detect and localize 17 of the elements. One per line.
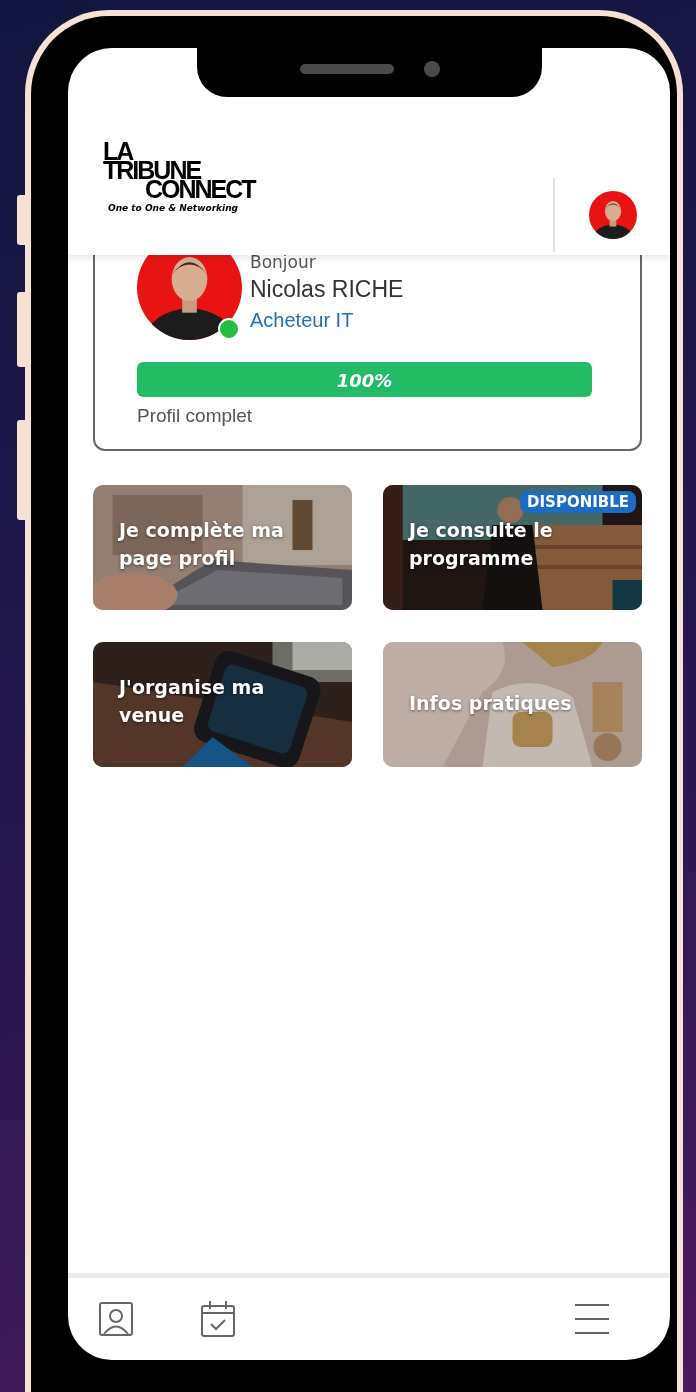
greeting: Bonjour [250, 251, 317, 273]
progress-reading: 100% [336, 369, 393, 390]
user-name: Nicolas RICHE [250, 275, 404, 304]
logo-tagline: One to One & Networking [108, 203, 238, 213]
menu-tile[interactable]: J'organise ma venue [93, 642, 352, 767]
logo-text: CONNECT [145, 180, 255, 199]
tile-title: Je consulte le programme [409, 517, 554, 571]
tile-title: Je complète ma page profil [119, 517, 285, 571]
logo-text: LA [103, 142, 133, 161]
menu-tile[interactable]: Je complète ma page profil [93, 485, 352, 610]
profile-status: Profil complet [137, 405, 254, 427]
tile-title: Infos pratiques [409, 690, 573, 716]
tile-title: J'organise ma venue [119, 674, 266, 727]
user-role: Acheteur IT [250, 308, 355, 333]
status-badge: DISPONIBLE [520, 491, 636, 513]
logo-text: TRIBUNE [103, 161, 201, 180]
menu-tile[interactable]: DISPONIBLE Je consulte le programme [383, 485, 642, 610]
